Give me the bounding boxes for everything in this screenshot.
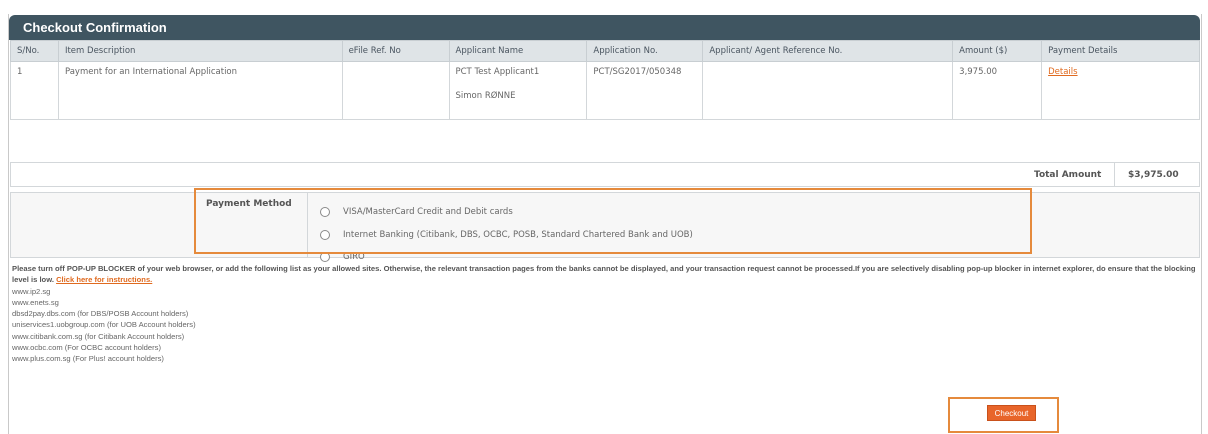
- popup-blocker-notice: Please turn off POP-UP BLOCKER of your w…: [12, 263, 1204, 365]
- col-header-amount: Amount ($): [952, 40, 1043, 62]
- total-amount-value: $3,975.00: [1114, 163, 1200, 186]
- total-amount-label: Total Amount: [1034, 170, 1102, 180]
- table-row: 1 Payment for an International Applicati…: [10, 61, 1200, 120]
- cell-applicant: PCT Test Applicant1 Simon RØNNE: [448, 61, 588, 120]
- col-header-payment-details: Payment Details: [1041, 40, 1200, 62]
- col-header-agent-ref: Applicant/ Agent Reference No.: [702, 40, 954, 62]
- cell-application-no: PCT/SG2017/050348: [586, 61, 704, 120]
- applicant-name-2: Simon RØNNE: [455, 91, 516, 101]
- cell-description: Payment for an International Application: [57, 61, 343, 120]
- applicant-name-1: PCT Test Applicant1: [455, 67, 540, 77]
- total-row: Total Amount $3,975.00: [10, 162, 1200, 187]
- details-link[interactable]: Details: [1048, 67, 1077, 77]
- notice-text: Please turn off POP-UP BLOCKER of your w…: [12, 264, 1196, 285]
- site-item: dbsd2pay.dbs.com (for DBS/POSB Account h…: [12, 309, 189, 319]
- instructions-link[interactable]: Click here for instructions.: [56, 275, 152, 284]
- cell-payment-details: Details: [1041, 61, 1200, 120]
- panel-header: Checkout Confirmation: [9, 15, 1200, 40]
- col-header-application-no: Application No.: [586, 40, 704, 62]
- highlight-frame-payment: [194, 188, 1032, 254]
- cell-amount: 3,975.00: [952, 61, 1043, 120]
- site-item: www.citibank.com.sg (for Citibank Accoun…: [12, 331, 185, 341]
- site-item: www.ip2.sg: [12, 286, 51, 296]
- site-item: uniservices1.uobgroup.com (for UOB Accou…: [12, 320, 196, 330]
- site-item: www.enets.sg: [12, 297, 59, 307]
- col-header-description: Item Description: [57, 40, 343, 62]
- highlight-frame-checkout: [948, 397, 1059, 433]
- site-item: www.plus.com.sg (For Plus! account holde…: [12, 354, 164, 364]
- table-header-row: S/No. Item Description eFile Ref. No App…: [10, 40, 1200, 62]
- cell-efile-ref: [341, 61, 450, 120]
- col-header-efile-ref: eFile Ref. No: [341, 40, 450, 62]
- cell-sno: 1: [10, 61, 59, 120]
- col-header-sno: S/No.: [10, 40, 59, 62]
- page-title: Checkout Confirmation: [23, 20, 167, 35]
- site-item: www.ocbc.com (For OCBC account holders): [12, 343, 161, 353]
- checkout-table: S/No. Item Description eFile Ref. No App…: [10, 40, 1200, 120]
- cell-agent-ref: [702, 61, 954, 120]
- col-header-applicant: Applicant Name: [448, 40, 588, 62]
